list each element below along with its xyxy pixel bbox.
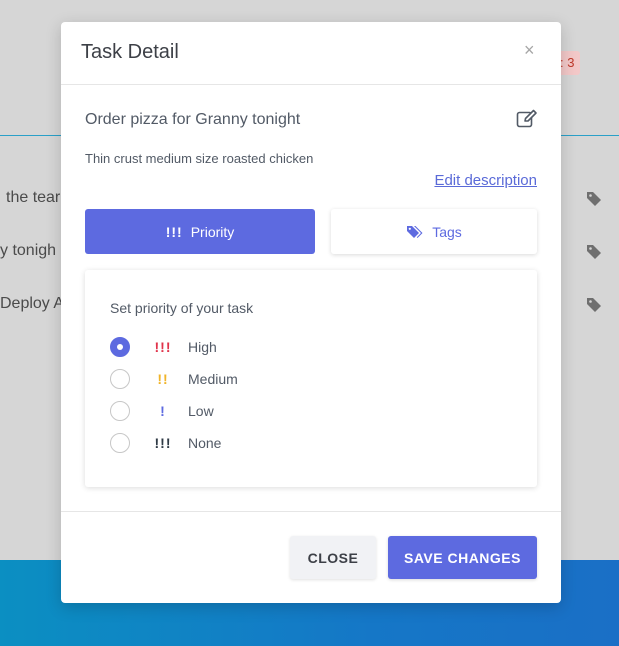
tag-icon [587,298,601,312]
edit-description-link[interactable]: Edit description [434,172,537,189]
radio-button[interactable] [110,369,130,389]
modal-title: Task Detail [81,41,179,63]
priority-panel: Set priority of your task !!! High !! Me… [85,270,537,487]
background-task-row: the tear [6,189,61,206]
close-button[interactable]: CLOSE [290,536,376,579]
priority-option-low[interactable]: ! Low [110,401,214,421]
tags-icon [407,225,423,238]
priority-high-icon: !!! [154,339,172,355]
task-detail-modal: Task Detail × Order pizza for Granny ton… [61,22,561,603]
modal-header: Task Detail × [61,22,561,85]
footer-divider [61,511,561,512]
tab-priority[interactable]: !!! Priority [85,209,315,254]
close-icon[interactable]: × [524,40,535,60]
option-label: None [188,435,222,451]
save-changes-button[interactable]: SAVE CHANGES [388,536,537,579]
priority-none-icon: !!! [154,435,172,451]
priority-option-medium[interactable]: !! Medium [110,369,238,389]
priority-option-high[interactable]: !!! High [110,337,217,357]
panel-heading: Set priority of your task [110,300,254,316]
task-title: Order pizza for Granny tonight [85,111,301,128]
tab-label: Priority [190,223,235,240]
tag-icon [587,192,601,206]
option-label: High [188,339,217,355]
radio-button[interactable] [110,433,130,453]
option-label: Low [188,403,214,419]
option-label: Medium [188,371,238,387]
background-task-row: Deploy A [0,295,65,312]
priority-icon: !!! [165,223,183,240]
edit-icon[interactable] [516,109,538,129]
priority-low-icon: ! [160,403,166,419]
background-task-row: y tonigh [0,242,57,259]
priority-option-none[interactable]: !!! None [110,433,221,453]
radio-button[interactable] [110,337,130,357]
tab-tags[interactable]: Tags [331,209,537,254]
priority-medium-icon: !! [157,371,169,387]
tab-label: Tags [432,223,462,240]
radio-button[interactable] [110,401,130,421]
task-description: Thin crust medium size roasted chicken [85,151,314,166]
tag-icon [587,245,601,259]
